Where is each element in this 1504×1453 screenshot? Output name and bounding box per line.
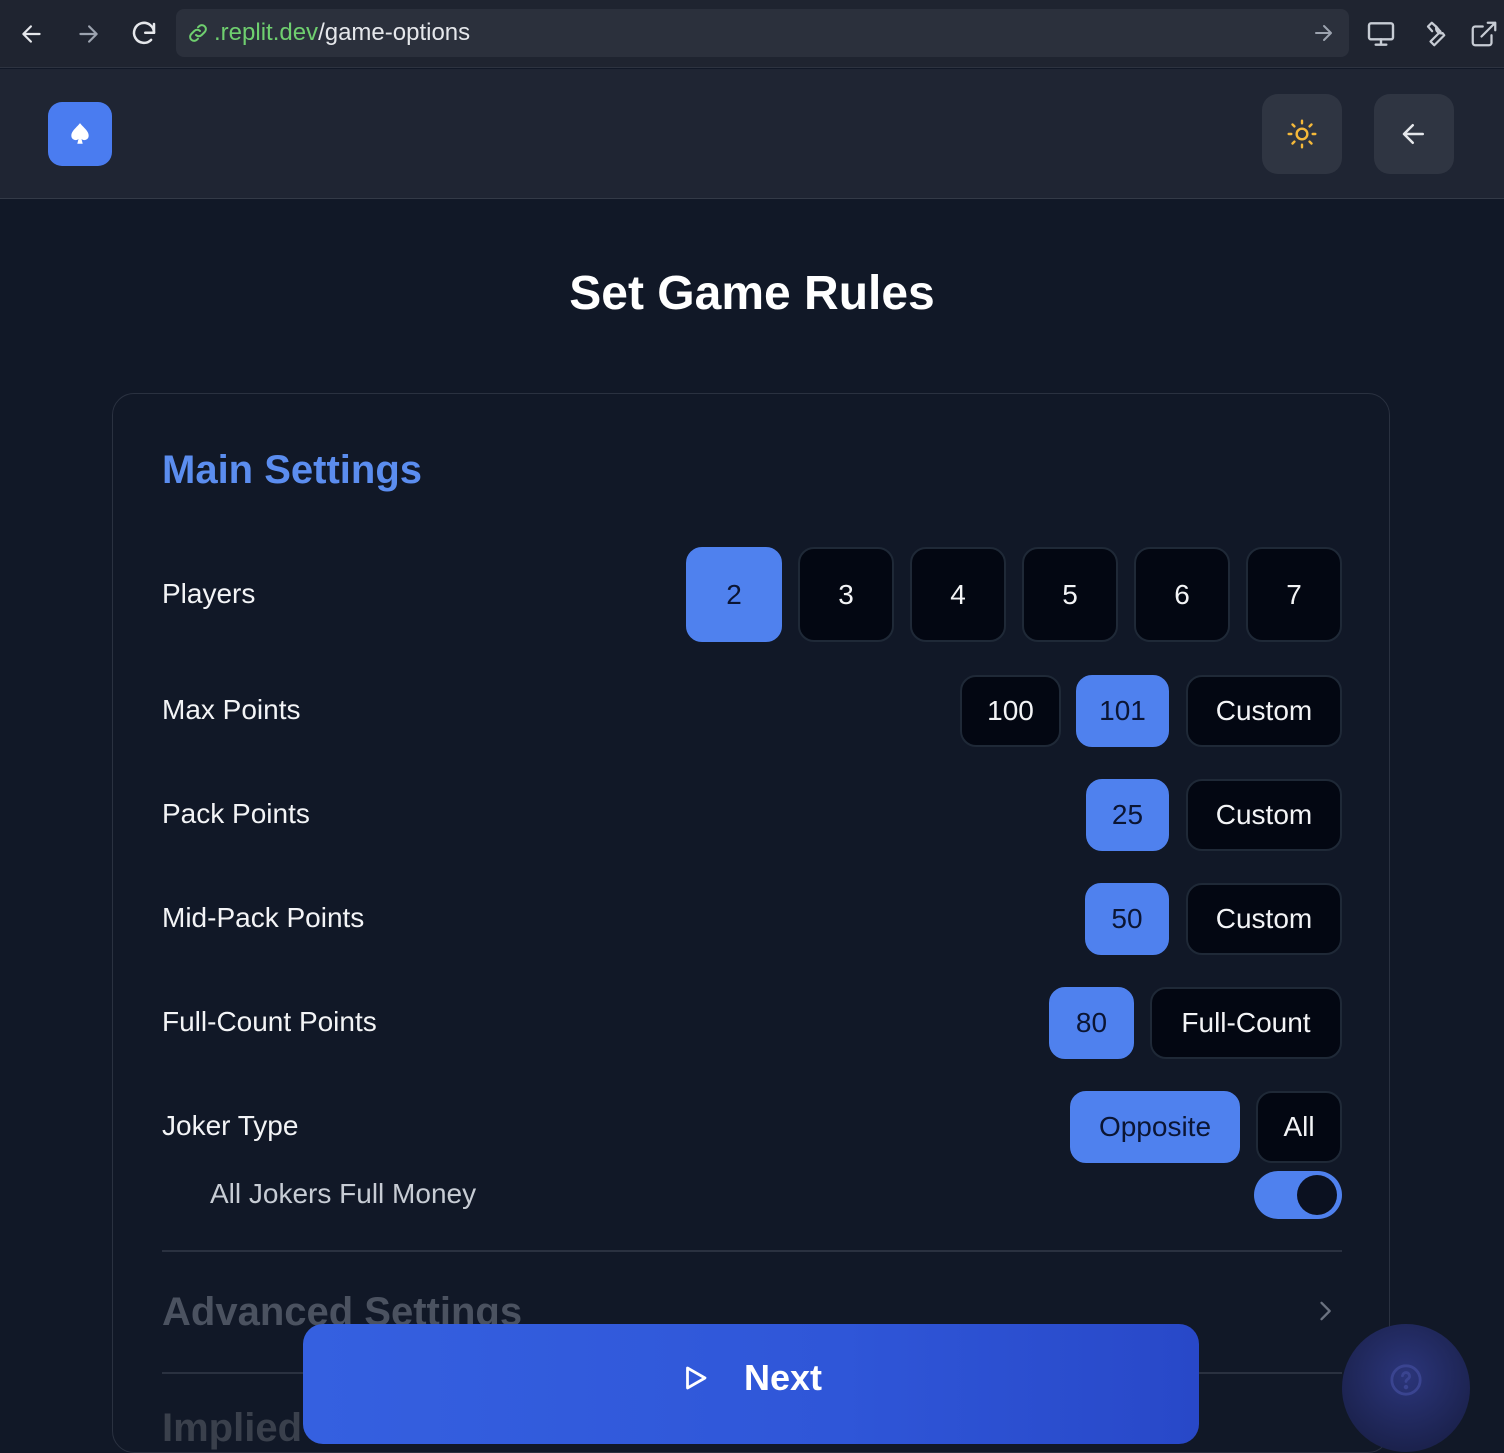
pack-points-label: Pack Points xyxy=(162,798,310,829)
main-settings-title: Main Settings xyxy=(162,448,423,492)
pack-points-option-custom[interactable]: Custom xyxy=(1186,779,1342,851)
next-button-label: Next xyxy=(743,1357,823,1398)
players-option-2[interactable]: 2 xyxy=(686,547,782,642)
max-points-label: Max Points xyxy=(162,694,301,725)
url-path: /game-options xyxy=(318,19,471,46)
app-header xyxy=(0,69,1504,199)
mid-pack-points-label: Mid-Pack Points xyxy=(162,902,365,933)
players-option-7[interactable]: 7 xyxy=(1246,547,1342,642)
pack-points-option-25[interactable]: 25 xyxy=(1086,779,1169,851)
app-logo[interactable] xyxy=(48,102,112,166)
players-option-4[interactable]: 4 xyxy=(910,547,1006,642)
max-points-option-custom[interactable]: Custom xyxy=(1186,675,1342,747)
next-button[interactable]: Next xyxy=(303,1324,1199,1444)
help-button[interactable] xyxy=(1342,1324,1470,1452)
full-count-points-option-full-count[interactable]: Full-Count xyxy=(1150,987,1342,1059)
open-new-tab-button[interactable] xyxy=(1464,14,1504,54)
players-option-6[interactable]: 6 xyxy=(1134,547,1230,642)
link-icon xyxy=(189,24,207,42)
mid-pack-points-option-50[interactable]: 50 xyxy=(1085,883,1169,955)
page-title: Set Game Rules xyxy=(569,267,935,320)
players-label: Players xyxy=(162,578,256,609)
spade-icon xyxy=(71,123,89,144)
back-button[interactable] xyxy=(1374,94,1454,174)
mid-pack-points-option-custom[interactable]: Custom xyxy=(1186,883,1342,955)
sun-icon xyxy=(1287,119,1317,149)
devtools-button[interactable] xyxy=(1413,14,1453,54)
back-nav-button[interactable] xyxy=(12,14,52,54)
joker-type-option-opposite[interactable]: Opposite xyxy=(1070,1091,1240,1163)
arrow-left-icon xyxy=(22,25,41,43)
go-arrow-icon[interactable] xyxy=(1311,21,1335,45)
url-domain: .replit.dev xyxy=(214,19,319,46)
full-count-points-option-80[interactable]: 80 xyxy=(1049,987,1134,1059)
settings-card: Main Settings Players 2 3 4 5 6 7 Max Po… xyxy=(112,393,1390,1453)
wrench-icon xyxy=(1426,21,1446,47)
theme-toggle-button[interactable] xyxy=(1262,94,1342,174)
reload-icon xyxy=(132,21,156,45)
max-points-option-101[interactable]: 101 xyxy=(1076,675,1169,747)
max-points-option-100[interactable]: 100 xyxy=(960,675,1061,747)
section-divider xyxy=(162,1250,1342,1252)
full-count-points-label: Full-Count Points xyxy=(162,1006,377,1037)
all-jokers-full-money-label: All Jokers Full Money xyxy=(210,1178,477,1209)
players-option-5[interactable]: 5 xyxy=(1022,547,1118,642)
joker-type-option-all[interactable]: All xyxy=(1256,1091,1342,1163)
chevron-right-icon[interactable] xyxy=(1311,1297,1339,1325)
monitor-icon xyxy=(1367,22,1395,46)
external-link-icon xyxy=(1471,21,1497,47)
help-circle-icon xyxy=(1390,1364,1422,1396)
browser-toolbar: .replit.dev/game-options xyxy=(0,0,1504,68)
joker-type-label: Joker Type xyxy=(162,1110,299,1141)
implied-settings-header[interactable]: Implied xyxy=(162,1406,302,1451)
all-jokers-full-money-toggle[interactable] xyxy=(1254,1171,1342,1219)
devices-button[interactable] xyxy=(1361,14,1401,54)
reload-button[interactable] xyxy=(124,14,164,54)
address-bar[interactable]: .replit.dev/game-options xyxy=(176,9,1349,57)
toggle-knob xyxy=(1297,1175,1337,1215)
forward-nav-button[interactable] xyxy=(68,14,108,54)
players-option-3[interactable]: 3 xyxy=(798,547,894,642)
play-icon xyxy=(686,1366,707,1390)
arrow-right-icon xyxy=(79,25,98,43)
arrow-left-icon xyxy=(1402,124,1424,144)
